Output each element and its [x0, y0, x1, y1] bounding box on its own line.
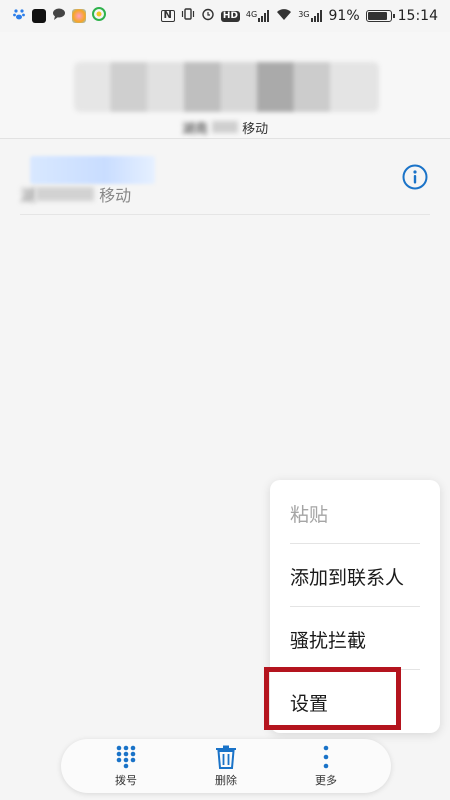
dial-label: 拨号 — [115, 773, 137, 787]
menu-divider — [290, 606, 420, 607]
hd-icon: HD — [220, 10, 240, 22]
paw-icon — [12, 7, 26, 25]
signal-4g-icon: 4G — [246, 10, 270, 22]
wifi-icon — [276, 8, 292, 25]
settings-highlight-box — [264, 667, 401, 730]
info-icon[interactable] — [402, 164, 428, 190]
blurred-phone-number — [74, 62, 379, 112]
more-button[interactable]: 更多 — [281, 739, 371, 793]
caller-carrier: 湖南 移动 — [181, 121, 269, 137]
status-bar-right: N HD 4G 3G 91% 15:14 — [160, 7, 438, 25]
battery-fill — [367, 12, 387, 20]
menu-divider — [290, 543, 420, 544]
dialpad-icon — [116, 745, 136, 769]
battery-percent: 91% — [328, 8, 360, 24]
more-label: 更多 — [315, 773, 337, 787]
flower-icon — [72, 9, 86, 23]
browser-icon — [92, 7, 106, 25]
battery-icon — [365, 10, 395, 22]
trash-icon — [215, 745, 237, 769]
delete-button[interactable]: 删除 — [181, 739, 271, 793]
tiktok-icon — [32, 9, 46, 23]
menu-item-add-to-contacts[interactable]: 添加到联系人 — [270, 545, 440, 607]
menu-item-harassment-block[interactable]: 骚扰拦截 — [270, 608, 440, 670]
delete-label: 删除 — [215, 773, 237, 787]
vibrate-icon — [181, 7, 195, 25]
call-log-carrier: 湖 移动 — [20, 186, 132, 205]
caller-header: 湖南 移动 — [0, 32, 450, 139]
menu-item-paste[interactable]: 粘贴 — [270, 482, 440, 544]
dial-button[interactable]: 拨号 — [81, 739, 171, 793]
chat-icon — [52, 7, 66, 25]
clock: 15:14 — [397, 8, 438, 24]
call-log-item[interactable]: 湖 移动 — [20, 152, 430, 215]
more-vertical-icon — [323, 745, 329, 769]
nfc-icon: N — [160, 10, 175, 22]
blurred-number — [30, 156, 155, 184]
bottom-action-bar: 拨号 删除 更多 — [61, 739, 391, 793]
status-bar: N HD 4G 3G 91% 15:14 — [0, 0, 450, 32]
alarm-icon — [201, 7, 215, 25]
status-bar-left — [12, 7, 106, 25]
signal-3g-icon: 3G — [298, 10, 322, 22]
